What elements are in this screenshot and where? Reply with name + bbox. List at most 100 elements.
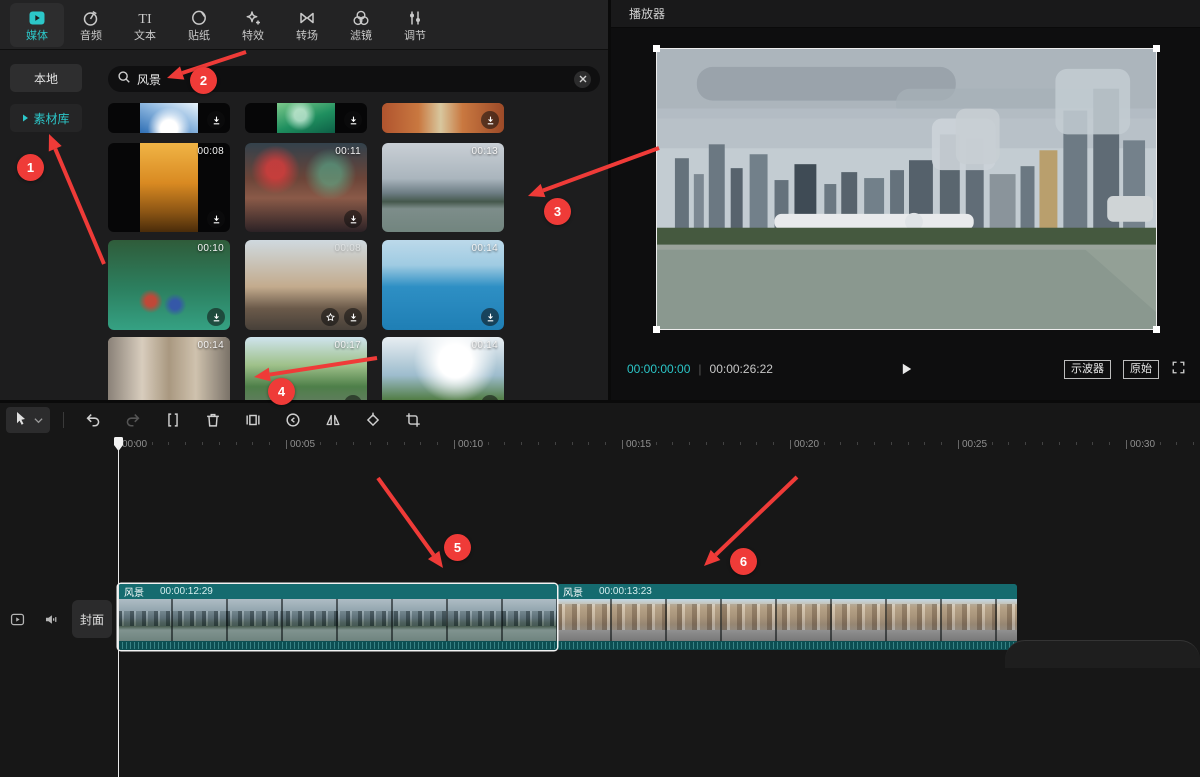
player-controls: 00:00:00:00 | 00:00:26:22 示波器 原始	[611, 352, 1200, 386]
player-panel: 播放器	[611, 0, 1200, 400]
playhead[interactable]	[114, 437, 123, 777]
thumb-image	[140, 143, 199, 232]
crop-button[interactable]	[393, 407, 433, 433]
media-panel: 媒体 音频 TI 文本 贴纸 特效 转场	[0, 0, 608, 400]
thumb-duration: 00:08	[334, 243, 361, 254]
cover-button[interactable]: 封面	[72, 600, 112, 638]
tab-audio[interactable]: 音频	[64, 3, 118, 47]
player-title: 播放器	[629, 5, 665, 22]
clear-search-icon[interactable]	[574, 71, 591, 88]
search-input[interactable]	[137, 72, 568, 86]
sidebar-item-library[interactable]: 素材库	[10, 104, 82, 132]
tab-transition[interactable]: 转场	[280, 3, 334, 47]
freeze-frame-button[interactable]	[233, 407, 273, 433]
tab-effects[interactable]: 特效	[226, 3, 280, 47]
select-tool-button[interactable]	[6, 407, 50, 433]
video-handle[interactable]	[653, 326, 660, 333]
thumb-duration: 00:13	[471, 146, 498, 157]
scope-button[interactable]: 示波器	[1064, 360, 1111, 379]
library-thumb[interactable]: 00:08	[108, 143, 230, 232]
filter-icon	[351, 8, 371, 28]
time-separator: |	[698, 362, 701, 376]
track-controls: 封面	[0, 596, 112, 642]
download-icon[interactable]	[207, 111, 225, 129]
player-video[interactable]	[656, 48, 1157, 330]
library-thumb[interactable]	[108, 103, 230, 133]
cursor-icon	[13, 410, 29, 431]
clip-header: 风景 00:00:12:29	[118, 584, 557, 599]
search-icon	[117, 70, 131, 89]
download-icon[interactable]	[344, 308, 362, 326]
audio-icon	[81, 8, 101, 28]
download-icon[interactable]	[207, 210, 225, 228]
play-button[interactable]	[895, 358, 917, 380]
top-tab-bar: 媒体 音频 TI 文本 贴纸 特效 转场	[0, 0, 608, 50]
clip-header: 风景 00:00:13:23	[557, 584, 1017, 599]
tab-transition-label: 转场	[296, 31, 318, 42]
thumb-image	[140, 103, 199, 133]
library-thumb[interactable]: 00:11	[245, 143, 367, 232]
library-thumb[interactable]: 00:10	[108, 240, 230, 330]
tab-audio-label: 音频	[80, 31, 102, 42]
clip-name: 风景	[124, 584, 144, 599]
library-thumb[interactable]: 00:17	[245, 337, 367, 400]
download-icon[interactable]	[344, 210, 362, 228]
download-icon[interactable]	[481, 111, 499, 129]
clip-filmstrip	[557, 599, 1017, 641]
download-icon[interactable]	[344, 111, 362, 129]
thumb-duration: 00:11	[335, 146, 361, 157]
library-thumb[interactable]: 00:14	[108, 337, 230, 400]
rotate-button[interactable]	[353, 407, 393, 433]
download-icon[interactable]	[481, 395, 499, 400]
thumb-duration: 00:14	[471, 243, 498, 254]
tab-adjust-label: 调节	[404, 31, 426, 42]
track-preview-icon[interactable]	[0, 611, 34, 628]
tab-text[interactable]: TI 文本	[118, 3, 172, 47]
library-thumb[interactable]: 00:08	[245, 240, 367, 330]
clip-duration: 00:00:13:23	[599, 586, 652, 597]
library-thumb[interactable]	[382, 103, 504, 133]
thumb-duration: 00:17	[334, 340, 361, 351]
sidebar-item-local[interactable]: 本地	[10, 64, 82, 92]
sticker-icon	[189, 8, 209, 28]
svg-text:TI: TI	[138, 12, 152, 27]
library-thumb[interactable]: 00:13	[382, 143, 504, 232]
tab-media[interactable]: 媒体	[10, 3, 64, 47]
delete-button[interactable]	[193, 407, 233, 433]
favorite-star-icon[interactable]	[321, 308, 339, 326]
download-icon[interactable]	[344, 395, 362, 400]
video-handle[interactable]	[653, 45, 660, 52]
search-bar	[108, 66, 600, 92]
video-handle[interactable]	[1153, 45, 1160, 52]
download-icon[interactable]	[207, 308, 225, 326]
tab-filter[interactable]: 滤镜	[334, 3, 388, 47]
timeline-clip-2[interactable]: 风景 00:00:13:23	[557, 584, 1017, 650]
thumb-duration: 00:10	[197, 243, 224, 254]
clip-duration: 00:00:12:29	[160, 586, 213, 597]
download-icon[interactable]	[481, 308, 499, 326]
library-thumb[interactable]: 00:14	[382, 337, 504, 400]
media-icon	[27, 8, 47, 28]
tab-effects-label: 特效	[242, 31, 264, 42]
mirror-button[interactable]	[313, 407, 353, 433]
adjust-icon	[405, 8, 425, 28]
undo-button[interactable]	[73, 407, 113, 433]
local-label: 本地	[34, 70, 58, 87]
clip-audio-strip	[557, 641, 1017, 650]
original-button[interactable]: 原始	[1123, 360, 1159, 379]
tab-adjust[interactable]: 调节	[388, 3, 442, 47]
tab-sticker[interactable]: 贴纸	[172, 3, 226, 47]
split-button[interactable]	[153, 407, 193, 433]
timeline-ruler[interactable]: 00:0000:0500:1000:1500:2000:2500:30	[0, 437, 1200, 457]
triangle-right-icon	[22, 111, 29, 125]
mute-track-icon[interactable]	[34, 611, 68, 628]
video-handle[interactable]	[1153, 326, 1160, 333]
background-blob	[1005, 640, 1200, 668]
fullscreen-icon[interactable]	[1171, 360, 1186, 378]
library-thumb[interactable]	[245, 103, 367, 133]
transition-icon	[297, 8, 317, 28]
reverse-button[interactable]	[273, 407, 313, 433]
library-thumb[interactable]: 00:14	[382, 240, 504, 330]
redo-button[interactable]	[113, 407, 153, 433]
timeline-clip-1[interactable]: 风景 00:00:12:29	[118, 584, 557, 650]
